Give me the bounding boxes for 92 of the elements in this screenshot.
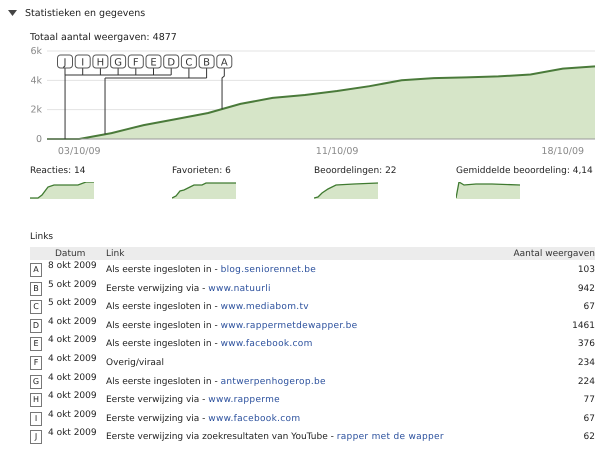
views-cell-text: 62 [582,431,595,442]
annotation: D [167,58,176,68]
date-cell-text: 4 okt 2009 [47,390,98,402]
row-marker: I [30,412,42,426]
sparkline [314,182,378,199]
event-marker[interactable]: D [163,54,180,68]
event-marker[interactable]: G [110,54,126,68]
event-marker[interactable]: C [180,54,197,68]
row-marker: A [30,263,42,277]
link-cell-text: Eerste verwijzing via - www.natuurli [106,282,272,294]
event-marker[interactable]: J [57,54,73,68]
event-marker[interactable]: A [216,54,232,68]
annotation: H [96,58,104,68]
date-cell-text: 4 okt 2009 [47,352,98,364]
source-link[interactable]: rapper met de wapper [336,432,444,442]
row-marker: J [30,430,42,444]
date-cell-text: 4 okt 2009 [47,316,98,327]
y-axis-label: 4k [30,75,42,86]
annotation: B [203,58,210,68]
event-marker[interactable]: B [198,54,215,68]
views-cell-text: 67 [582,412,595,424]
collapse-triangle-icon[interactable] [8,10,17,16]
row-marker: D [30,318,42,333]
annotation: J [62,58,66,68]
total-views-label: Totaal aantal weergaven: 4877 [29,31,178,44]
link-cell-text: Als eerste ingesloten in - www.mediabom.tv [106,301,310,312]
x-axis-label: 11/10/09 [316,146,358,157]
date-cell-text: 4 okt 2009 [47,408,98,420]
date-cell-text: 5 okt 2009 [47,278,98,290]
date-cell-text: 4 okt 2009 [47,372,98,383]
link-cell-text: Overig/viraal [106,356,165,368]
row-marker: H [30,393,42,408]
x-axis-label: 18/10/09 [541,146,584,157]
row-marker: G [30,374,42,389]
event-marker[interactable]: F [128,54,144,68]
views-cell-text: 234 [576,356,595,368]
views-cell-text: 1461 [571,320,595,331]
event-marker[interactable]: H [92,54,108,68]
y-axis-label: 0 [36,134,42,145]
sparkline [30,182,94,199]
stat-label: Favorieten: 6 [172,166,232,176]
section-title[interactable]: Statistieken en gegevens [25,8,146,18]
annotation: F [132,58,139,68]
sparkline [172,182,236,199]
column-header: Aantal weergaven [512,248,595,258]
row-marker: E [30,337,42,352]
link-cell-text: Als eerste ingesloten in - blog.seniorennet.be [106,264,318,275]
links-title: Links [29,231,54,244]
link-cell-text: Eerste verwijzing via zoekresultaten van YouTube - rapper met de wapper [106,431,445,442]
source-link[interactable]: www.facebook.com [208,414,300,424]
event-marker[interactable]: I [74,54,91,68]
views-cell-text: 942 [576,282,595,294]
event-marker[interactable]: E [146,54,162,68]
y-axis-label: 6k [30,46,42,57]
annotation: G [114,58,122,68]
source-link[interactable]: www.mediabom.tv [220,302,309,312]
source-link[interactable]: www.natuurli [208,284,271,294]
sparkline [456,182,520,199]
stat-label: Reacties: 14 [30,166,86,176]
annotation: E [150,58,157,68]
date-cell-text: 8 okt 2009 [47,260,98,271]
views-cell-text: 103 [576,264,595,275]
source-link[interactable]: blog.seniorennet.be [220,265,316,275]
source-link[interactable]: antwerpenhogerop.be [220,376,326,387]
y-axis-label: 2k [30,104,42,116]
date-cell-text: 4 okt 2009 [47,427,98,438]
annotation: A [220,58,228,68]
annotation: C [185,58,192,68]
leader-line [222,68,225,110]
link-cell-text: Als eerste ingesloten in - www.facebook.com [106,338,314,350]
views-cell-text: 376 [576,338,595,350]
link-cell-text: Als eerste ingesloten in - www.rappermetdewapper.be [106,320,359,331]
source-link[interactable]: www.facebook.com [220,339,313,350]
row-marker: C [30,300,42,314]
date-cell-text: 4 okt 2009 [47,334,98,346]
row-marker: F [30,356,42,370]
source-link[interactable]: www.rapperme [208,395,280,406]
source-link[interactable]: www.rappermetdewapper.be [220,320,358,331]
link-cell-text: Eerste verwijzing via - www.rapperme [106,394,282,406]
views-cell-text: 224 [576,376,595,387]
views-cell-text: 67 [582,301,595,312]
date-cell-text: 5 okt 2009 [47,297,98,308]
stat-label: Gemiddelde beoordeling: 4,14 [456,166,594,176]
annotation: I [81,58,84,68]
link-cell-text: Als eerste ingesloten in - antwerpenhogerop.be [106,376,327,387]
stat-label: Beoordelingen: 22 [314,166,398,176]
x-axis-label: 03/10/09 [58,146,101,157]
column-header: Datum [54,248,86,258]
link-cell-text: Eerste verwijzing via - www.facebook.com [106,412,302,424]
row-marker: B [30,282,42,296]
views-cell-text: 77 [582,394,595,406]
column-header: Link [106,248,126,258]
